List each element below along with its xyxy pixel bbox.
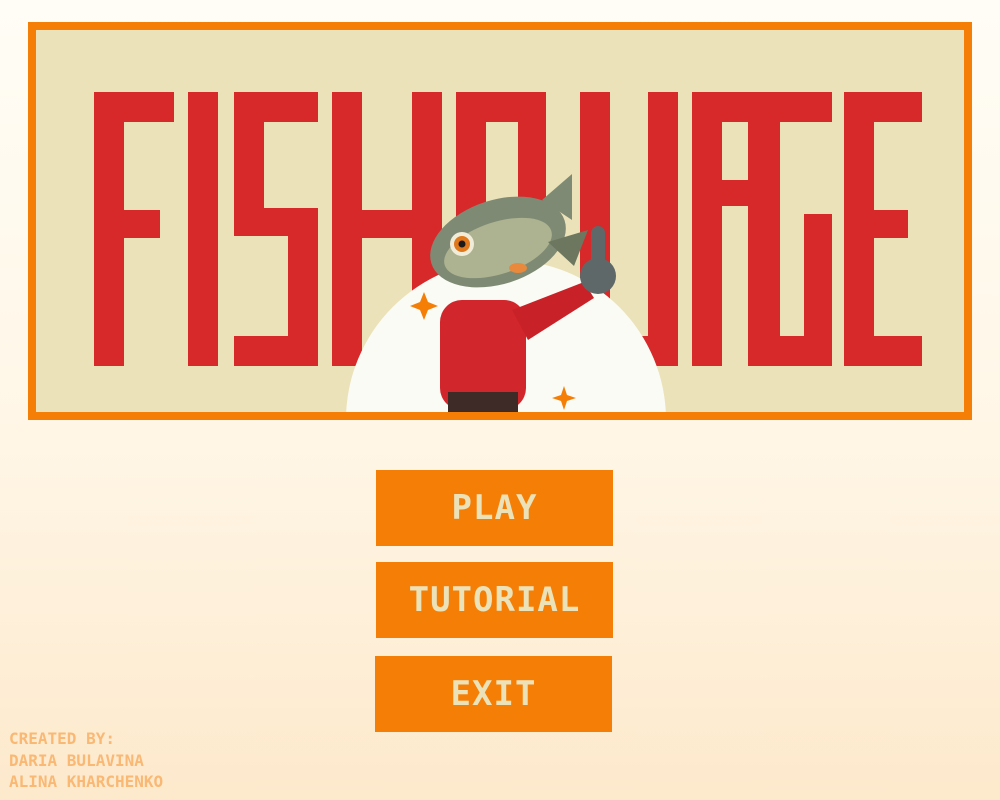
tutorial-button-label: TUTORIAL <box>408 580 581 620</box>
play-button[interactable]: PLAY <box>376 470 613 546</box>
tutorial-button[interactable]: TUTORIAL <box>376 562 613 638</box>
exit-button-label: EXIT <box>450 674 537 714</box>
credits: CREATED BY: DARIA BULAVINA ALINA KHARCHE… <box>9 728 163 793</box>
play-button-label: PLAY <box>451 488 538 528</box>
credits-author: DARIA BULAVINA <box>9 750 144 770</box>
title-panel <box>28 22 972 420</box>
credits-heading: CREATED BY: <box>9 729 115 748</box>
fish-mascot-icon <box>346 174 666 412</box>
credits-author: ALINA KHARCHENKO <box>9 772 164 791</box>
exit-button[interactable]: EXIT <box>375 656 612 732</box>
